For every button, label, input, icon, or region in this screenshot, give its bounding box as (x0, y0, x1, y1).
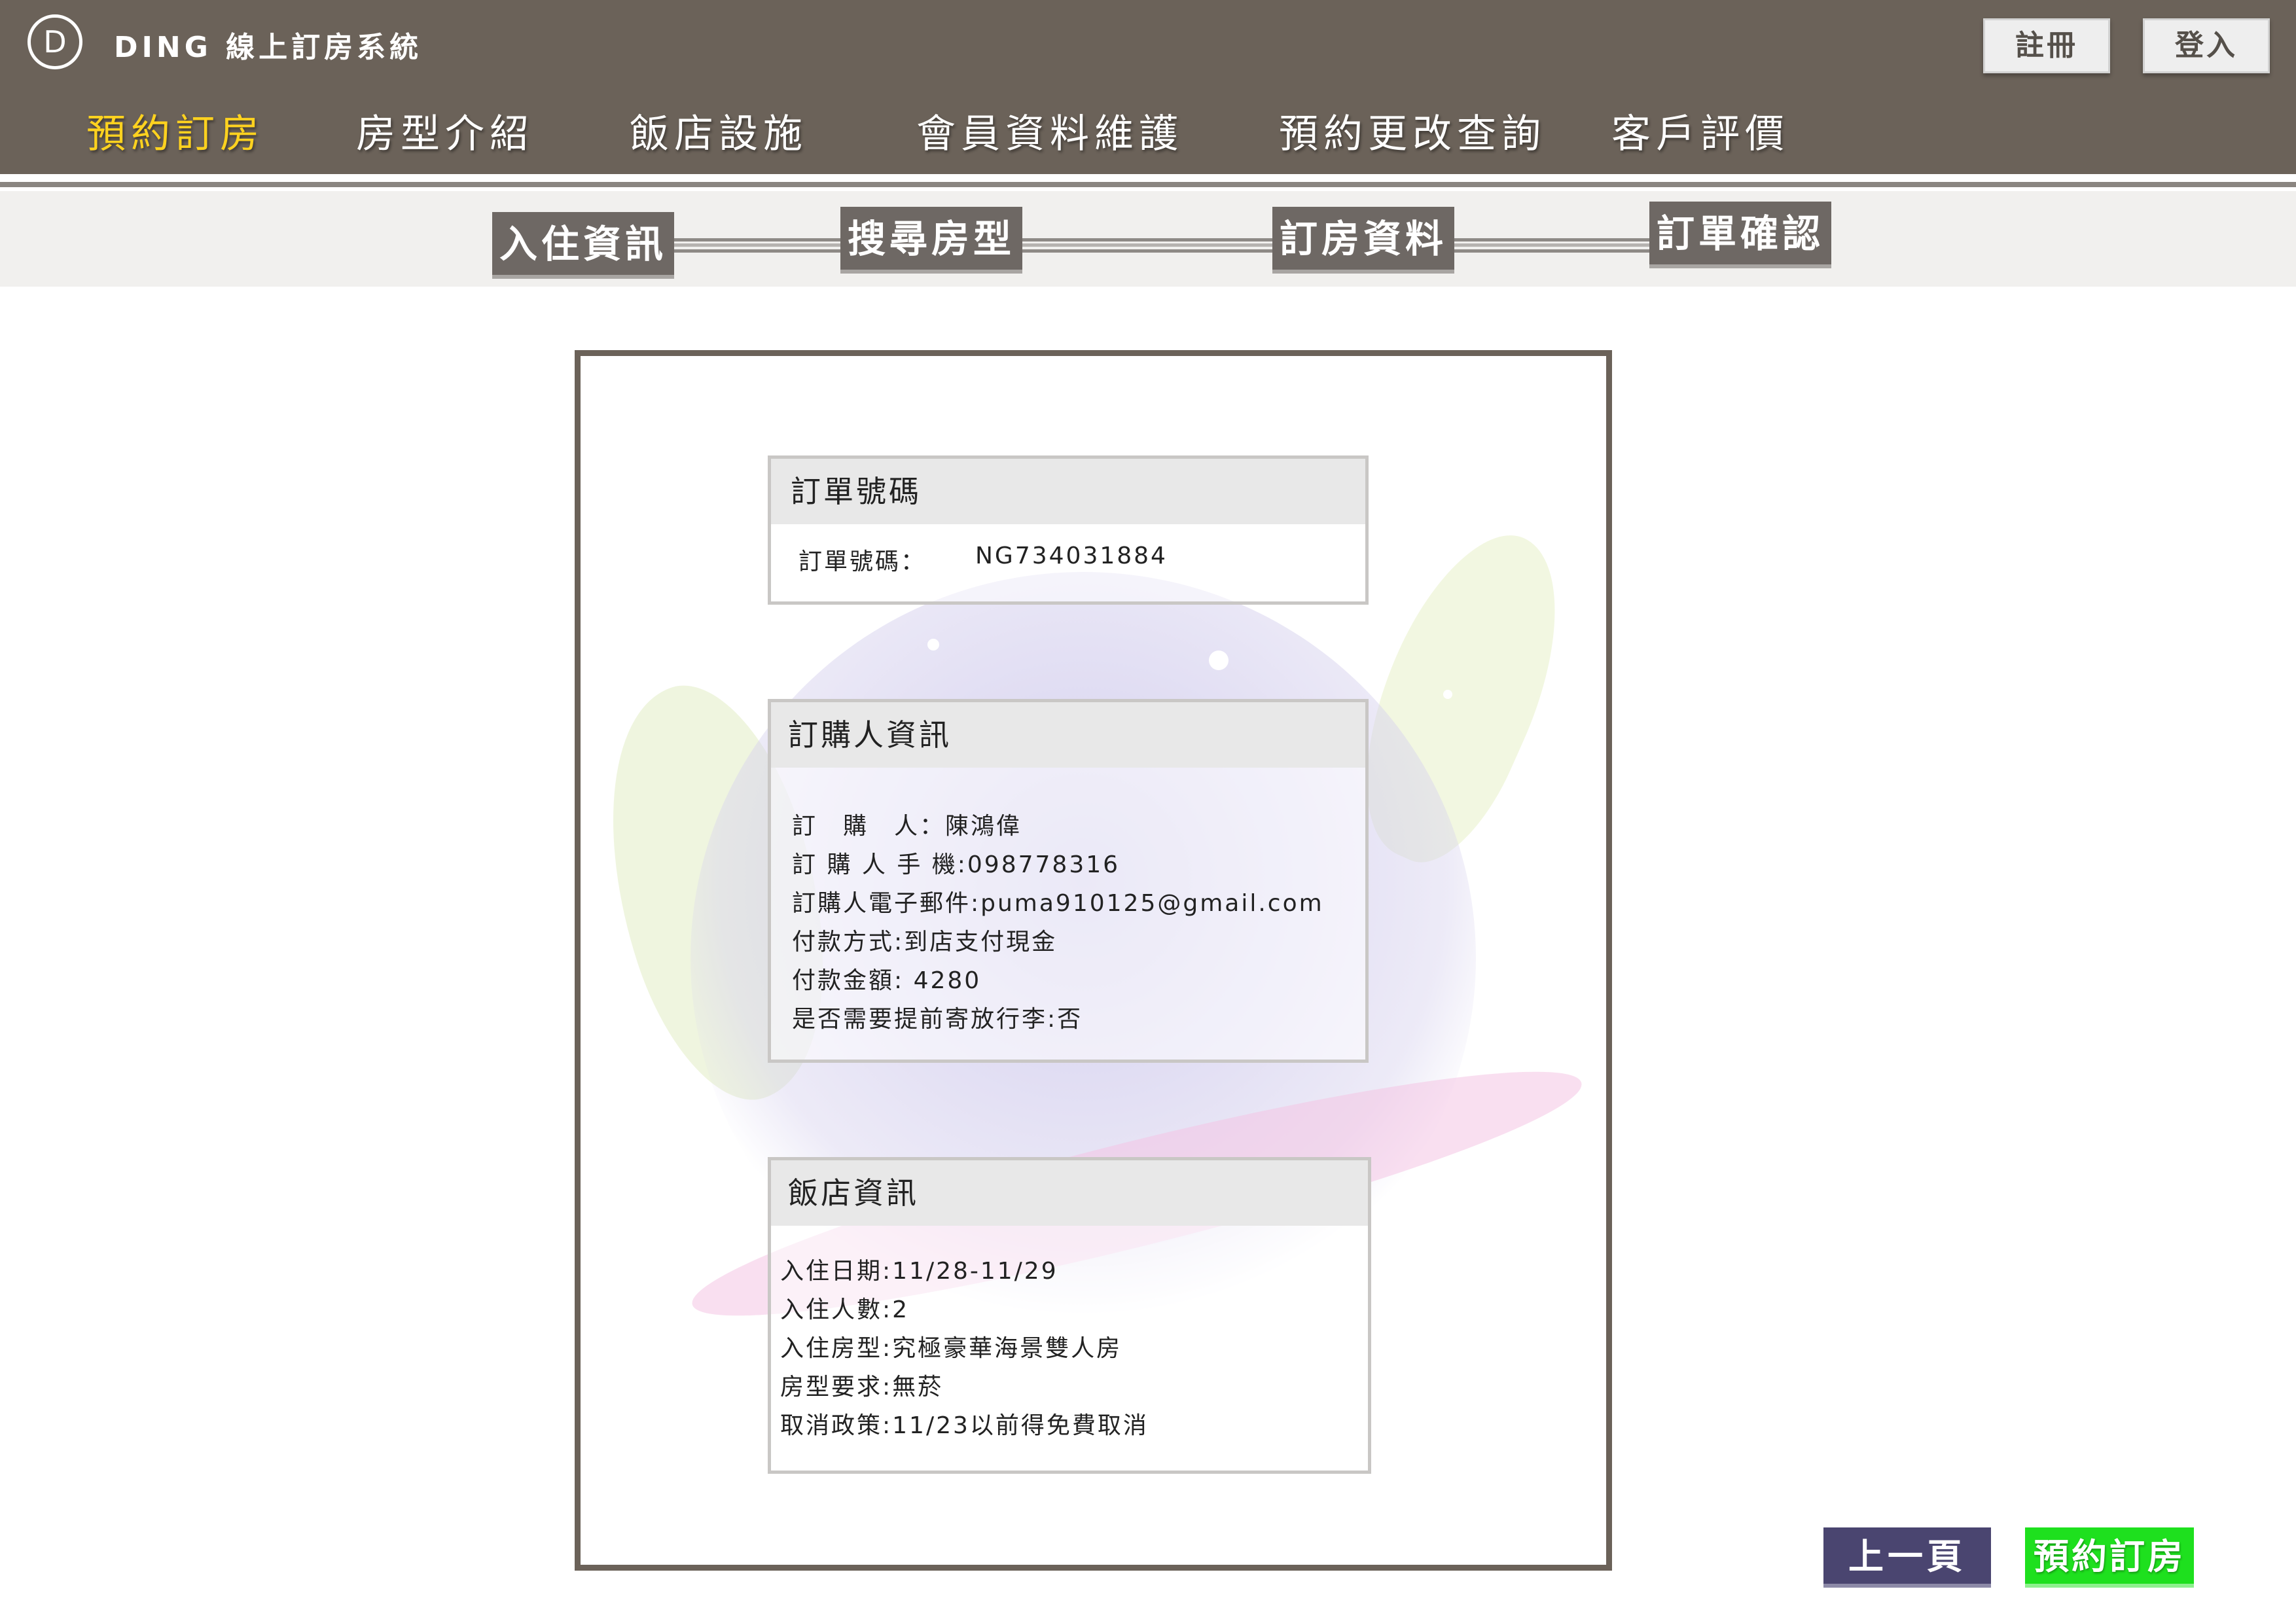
nav-booking-lookup[interactable]: 預約更改查詢 (1279, 102, 1546, 159)
buyer-email: 訂購人電子郵件:puma910125@gmail.com (792, 890, 1324, 917)
buyer-info-card: 訂購人資訊 訂 購 人：陳鴻偉 訂 購 人 手 機:098778316 訂購人電… (768, 699, 1369, 1063)
nav-room-types[interactable]: 房型介紹 (356, 102, 534, 159)
watermark-star (1443, 690, 1452, 699)
step-booking-data: 訂房資料 (1272, 207, 1454, 274)
order-number-label: 訂單號碼： (798, 548, 927, 575)
header-divider (0, 182, 2296, 187)
order-number-card: 訂單號碼 訂單號碼： NG734031884 (768, 455, 1369, 605)
previous-page-button[interactable]: 上一頁 (1823, 1527, 1991, 1588)
order-number-value: NG734031884 (975, 543, 1168, 569)
nav-facilities[interactable]: 飯店設施 (630, 102, 808, 159)
step-connector (1454, 238, 1649, 253)
cancellation-policy: 取消政策:11/23以前得免費取消 (780, 1412, 1149, 1439)
step-search-room: 搜尋房型 (840, 207, 1022, 274)
register-button[interactable]: 註冊 (1983, 18, 2110, 73)
nav-reviews[interactable]: 客戶評價 (1611, 102, 1789, 159)
brand-title: DING 線上訂房系統 (114, 31, 423, 64)
logo-icon[interactable]: D (27, 14, 82, 69)
payment-method: 付款方式:到店支付現金 (792, 929, 1058, 955)
card-title: 訂購人資訊 (771, 702, 1365, 768)
watermark-star (927, 639, 939, 651)
luggage-storage: 是否需要提前寄放行李:否 (792, 1006, 1083, 1033)
nav-member-profile[interactable]: 會員資料維護 (916, 102, 1183, 159)
book-room-button[interactable]: 預約訂房 (2025, 1527, 2194, 1588)
checkin-dates: 入住日期:11/28-11/29 (780, 1258, 1058, 1285)
hotel-info-card: 飯店資訊 入住日期:11/28-11/29 入住人數:2 入住房型:究極豪華海景… (768, 1157, 1371, 1474)
room-requirement: 房型要求:無菸 (780, 1374, 944, 1400)
step-checkin-info: 入住資訊 (492, 212, 674, 279)
buyer-phone: 訂 購 人 手 機:098778316 (792, 851, 1121, 878)
step-order-confirm: 訂單確認 (1649, 202, 1831, 268)
login-button[interactable]: 登入 (2143, 18, 2270, 73)
watermark-star (1209, 651, 1229, 670)
nav-booking[interactable]: 預約訂房 (86, 102, 264, 159)
card-title: 訂單號碼 (771, 459, 1365, 524)
guest-count: 入住人數:2 (780, 1296, 910, 1323)
payment-amount: 付款金額: 4280 (792, 967, 982, 994)
step-connector (674, 238, 842, 253)
confirmation-panel: 訂單號碼 訂單號碼： NG734031884 訂購人資訊 訂 購 人：陳鴻偉 訂… (575, 350, 1612, 1571)
progress-steps: 入住資訊 搜尋房型 訂房資料 訂單確認 (0, 191, 2296, 287)
buyer-name: 訂 購 人：陳鴻偉 (792, 813, 1022, 840)
card-title: 飯店資訊 (771, 1160, 1368, 1226)
room-type: 入住房型:究極豪華海景雙人房 (780, 1335, 1122, 1362)
top-header: D DING 線上訂房系統 註冊 登入 預約訂房 房型介紹 飯店設施 會員資料維… (0, 0, 2296, 174)
step-connector (1022, 238, 1272, 253)
